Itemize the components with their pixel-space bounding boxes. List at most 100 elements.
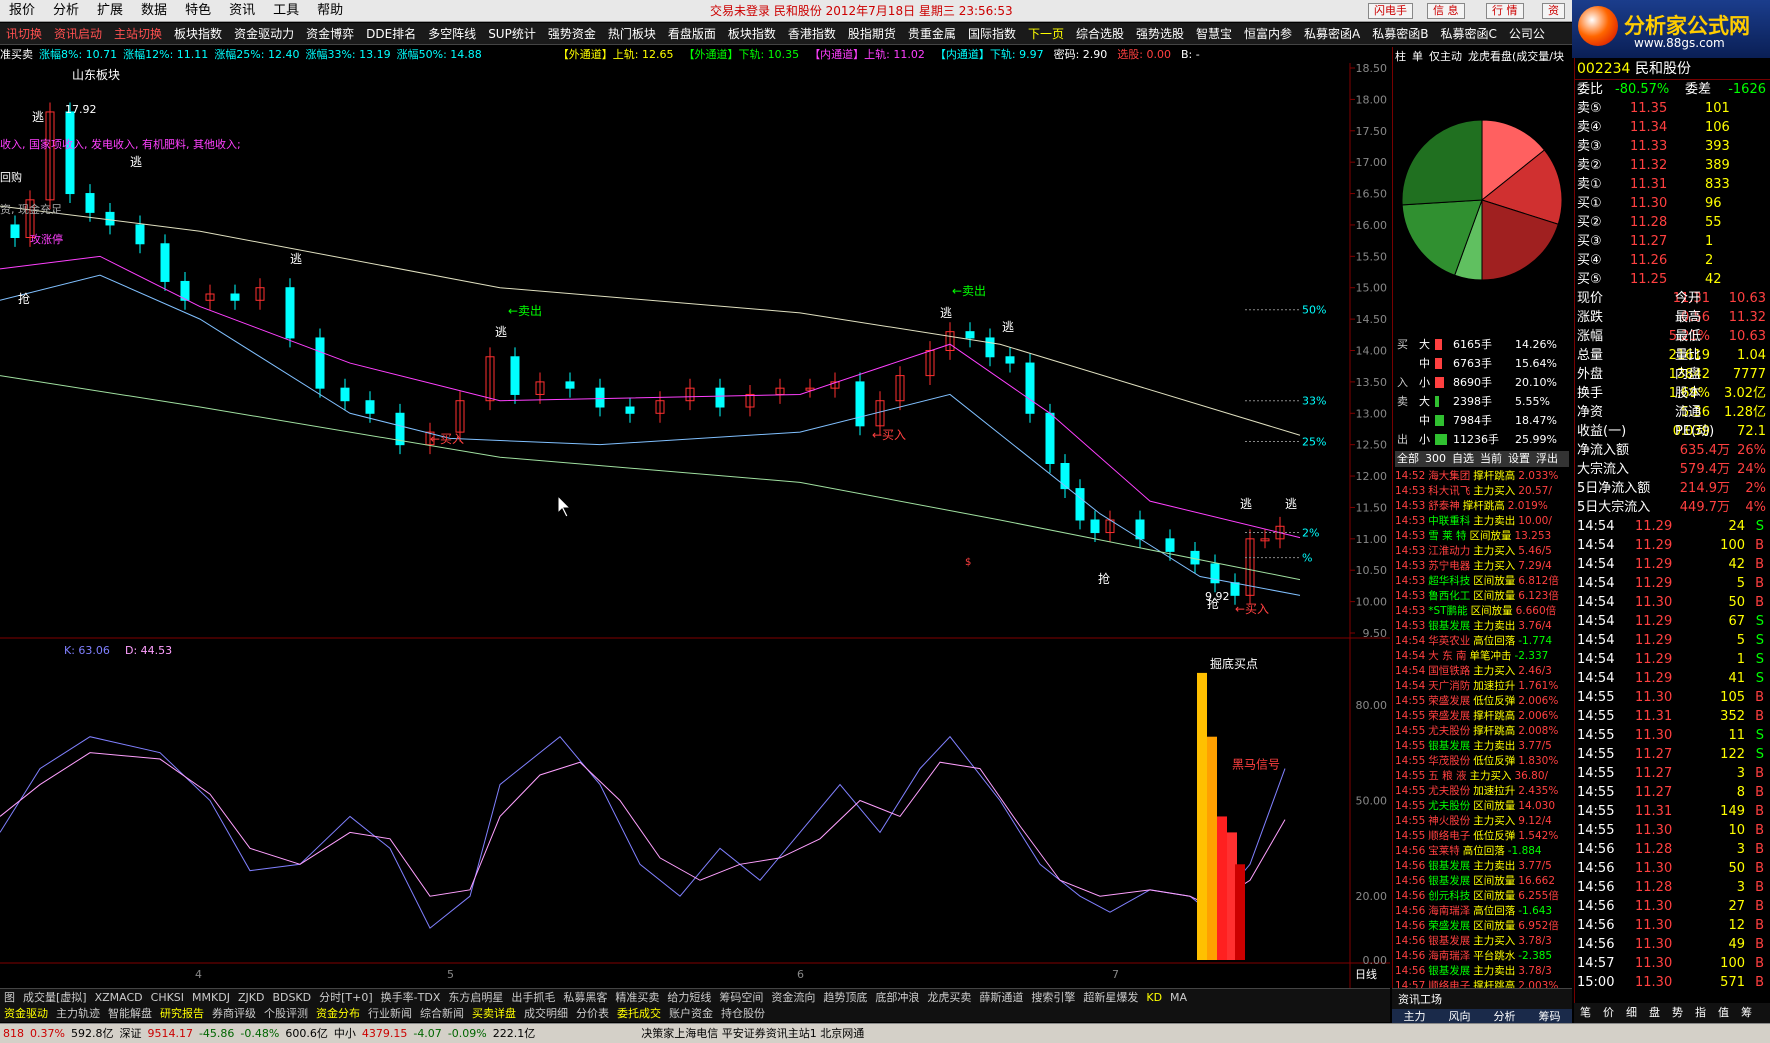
toolbar-item-20[interactable]: 智慧宝 — [1190, 23, 1238, 44]
menu-button-2[interactable]: 行 情 — [1486, 3, 1524, 19]
function-tab-14[interactable]: 持仓股份 — [717, 1007, 769, 1020]
function-tab-3[interactable]: 研究报告 — [156, 1007, 208, 1020]
quote-tab-0[interactable]: 笔 — [1574, 1006, 1597, 1019]
toolbar-item-1[interactable]: 资讯启动 — [48, 23, 108, 44]
toolbar-item-9[interactable]: 强势资金 — [542, 23, 602, 44]
news-item[interactable]: 14:56 荣盛发展 区间放量 6.952倍 — [1395, 919, 1572, 934]
news-item[interactable]: 14:53 江淮动力 主力买入 5.46/5 — [1395, 544, 1572, 559]
toolbar-item-19[interactable]: 强势选股 — [1130, 23, 1190, 44]
menu-button-0[interactable]: 闪电手 — [1368, 3, 1413, 19]
news-item[interactable]: 14:55 荣盛发展 低位反弹 2.006% — [1395, 694, 1572, 709]
menu-item-7[interactable]: 帮助 — [308, 0, 352, 22]
indicator-tab-15[interactable]: 资金流向 — [767, 991, 819, 1004]
menu-item-1[interactable]: 分析 — [44, 0, 88, 22]
info-factory-tab[interactable]: 资讯工场 — [1392, 989, 1572, 1009]
menu-item-5[interactable]: 资讯 — [220, 0, 264, 22]
indicator-tab-12[interactable]: 精准买卖 — [611, 991, 663, 1004]
quote-tab-2[interactable]: 细 — [1620, 1006, 1643, 1019]
news-tab-2[interactable]: 自选 — [1452, 452, 1474, 465]
toolbar-item-0[interactable]: 讯切换 — [0, 23, 48, 44]
indicator-tab-10[interactable]: 出手抓毛 — [507, 991, 559, 1004]
news-item[interactable]: 14:56 银基发展 主力卖出 3.78/3 — [1395, 964, 1572, 979]
news-item[interactable]: 14:55 五 粮 液主力买入 36.80/ — [1395, 769, 1572, 784]
news-tab-1[interactable]: 300 — [1425, 452, 1446, 465]
quote-tab-6[interactable]: 值 — [1712, 1006, 1735, 1019]
function-tab-12[interactable]: 委托成交 — [613, 1007, 665, 1020]
news-tab-3[interactable]: 当前 — [1480, 452, 1502, 465]
news-item[interactable]: 14:53 中联重科 主力卖出 10.00/ — [1395, 514, 1572, 529]
news-item[interactable]: 14:53 *ST鹏能 区间放量 6.660倍 — [1395, 604, 1572, 619]
news-item[interactable]: 14:56 银基发展 主力买入 3.78/3 — [1395, 934, 1572, 949]
news-item[interactable]: 14:56 宝莱特 高位回落 -1.884 — [1395, 844, 1572, 859]
menu-item-4[interactable]: 特色 — [176, 0, 220, 22]
toolbar-item-4[interactable]: 资金驱动力 — [228, 23, 300, 44]
toolbar-item-24[interactable]: 私募密函C — [1434, 23, 1502, 44]
news-item[interactable]: 14:54 大 东 南单笔冲击 -2.337 — [1395, 649, 1572, 664]
indicator-tab-13[interactable]: 给力短线 — [663, 991, 715, 1004]
news-tab-4[interactable]: 设置 — [1508, 452, 1530, 465]
news-item[interactable]: 14:56 海南瑞泽 平台跳水 -2.385 — [1395, 949, 1572, 964]
news-item[interactable]: 14:55 荣盛发展 撑杆跳高 2.006% — [1395, 709, 1572, 724]
function-tab-11[interactable]: 分价表 — [572, 1007, 613, 1020]
toolbar-item-25[interactable]: 公司公 — [1503, 23, 1551, 44]
quote-tab-1[interactable]: 价 — [1597, 1006, 1620, 1019]
indicator-tab-21[interactable]: 超新星爆发 — [1079, 991, 1142, 1004]
toolbar-item-10[interactable]: 热门板块 — [602, 23, 662, 44]
pie-tab-3[interactable]: 龙虎看盘(成交量/块 — [1468, 50, 1564, 63]
news-item[interactable]: 14:53 舒泰神 撑杆跳高 2.019% — [1395, 499, 1572, 514]
news-tab-0[interactable]: 全部 — [1397, 452, 1419, 465]
news-item[interactable]: 14:55 尤夫股份 加速拉升 2.435% — [1395, 784, 1572, 799]
function-tab-2[interactable]: 智能解盘 — [104, 1007, 156, 1020]
toolbar-item-13[interactable]: 香港指数 — [782, 23, 842, 44]
function-tab-0[interactable]: 资金驱动 — [0, 1007, 52, 1020]
news-item[interactable]: 14:56 银基发展 主力卖出 3.77/5 — [1395, 859, 1572, 874]
menu-item-6[interactable]: 工具 — [264, 0, 308, 22]
indicator-tab-5[interactable]: ZJKD — [234, 991, 268, 1004]
news-item[interactable]: 14:53 苏宁电器 主力买入 7.29/4 — [1395, 559, 1572, 574]
pie-tab-0[interactable]: 柱 — [1395, 50, 1406, 63]
toolbar-item-14[interactable]: 股指期货 — [842, 23, 902, 44]
news-item[interactable]: 14:53 科大讯飞 主力买入 20.57/ — [1395, 484, 1572, 499]
news-item[interactable]: 14:53 银基发展 主力卖出 3.76/4 — [1395, 619, 1572, 634]
indicator-tab-0[interactable]: 图 — [0, 991, 19, 1004]
toolbar-item-5[interactable]: 资金博弈 — [300, 23, 360, 44]
indicator-tab-18[interactable]: 龙虎买卖 — [923, 991, 975, 1004]
function-tab-6[interactable]: 资金分布 — [312, 1007, 364, 1020]
quote-tab-3[interactable]: 盘 — [1643, 1006, 1666, 1019]
menu-item-3[interactable]: 数据 — [132, 0, 176, 22]
toolbar-item-11[interactable]: 看盘版面 — [662, 23, 722, 44]
news-item[interactable]: 14:52 海大集团 撑杆跳高 2.033% — [1395, 469, 1572, 484]
news-item[interactable]: 14:56 创元科技 区间放量 6.255倍 — [1395, 889, 1572, 904]
function-tab-7[interactable]: 行业新闻 — [364, 1007, 416, 1020]
function-tab-4[interactable]: 券商评级 — [208, 1007, 260, 1020]
news-item[interactable]: 14:55 华茂股份 低位反弹 1.830% — [1395, 754, 1572, 769]
indicator-tab-4[interactable]: MMKDJ — [188, 991, 234, 1004]
indicator-tab-17[interactable]: 底部冲浪 — [871, 991, 923, 1004]
toolbar-item-18[interactable]: 综合选股 — [1070, 23, 1130, 44]
news-item[interactable]: 14:53 超华科技 区间放量 6.812倍 — [1395, 574, 1572, 589]
news-item[interactable]: 14:56 银基发展 区间放量 16.662 — [1395, 874, 1572, 889]
indicator-tab-19[interactable]: 薛斯通道 — [975, 991, 1027, 1004]
indicator-tab-16[interactable]: 趋势顶底 — [819, 991, 871, 1004]
indicator-tab-20[interactable]: 搜索引擎 — [1027, 991, 1079, 1004]
indicator-tab-6[interactable]: BDSKD — [268, 991, 315, 1004]
indicator-tab-11[interactable]: 私募黑客 — [559, 991, 611, 1004]
function-tab-13[interactable]: 账户资金 — [665, 1007, 717, 1020]
toolbar-item-15[interactable]: 贵重金属 — [902, 23, 962, 44]
quote-tab-7[interactable]: 筹 — [1735, 1006, 1758, 1019]
function-tab-9[interactable]: 买卖详盘 — [468, 1007, 520, 1020]
news-item[interactable]: 14:53 雪 莱 特区间放量 13.253 — [1395, 529, 1572, 544]
news-item[interactable]: 14:55 尤夫股份 区间放量 14.030 — [1395, 799, 1572, 814]
news-item[interactable]: 14:56 海南瑞泽 高位回落 -1.643 — [1395, 904, 1572, 919]
news-item[interactable]: 14:55 尤夫股份 撑杆跳高 2.008% — [1395, 724, 1572, 739]
toolbar-item-23[interactable]: 私募密函B — [1366, 23, 1434, 44]
news-item[interactable]: 14:53 鲁西化工 区间放量 6.123倍 — [1395, 589, 1572, 604]
news-item[interactable]: 14:54 国恒铁路 主力买入 2.46/3 — [1395, 664, 1572, 679]
news-item[interactable]: 14:54 天广消防 加速拉升 1.761% — [1395, 679, 1572, 694]
quote-tab-4[interactable]: 势 — [1666, 1006, 1689, 1019]
indicator-tab-14[interactable]: 筹码空间 — [715, 991, 767, 1004]
toolbar-item-6[interactable]: DDE排名 — [360, 23, 422, 44]
toolbar-item-7[interactable]: 多空阵线 — [422, 23, 482, 44]
indicator-tab-22[interactable]: KD — [1142, 991, 1166, 1004]
function-tab-5[interactable]: 个股评测 — [260, 1007, 312, 1020]
